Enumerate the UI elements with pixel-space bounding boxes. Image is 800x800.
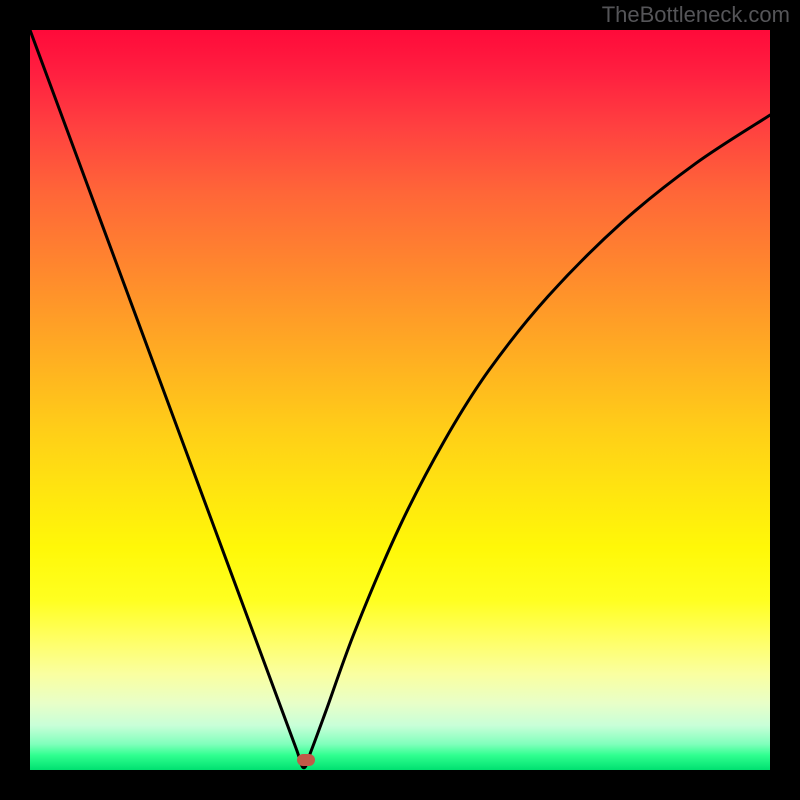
min-marker <box>297 754 315 766</box>
watermark-text: TheBottleneck.com <box>602 2 790 28</box>
curve-path <box>30 30 770 768</box>
chart-frame: TheBottleneck.com <box>0 0 800 800</box>
bottleneck-curve <box>30 30 770 770</box>
plot-area <box>30 30 770 770</box>
